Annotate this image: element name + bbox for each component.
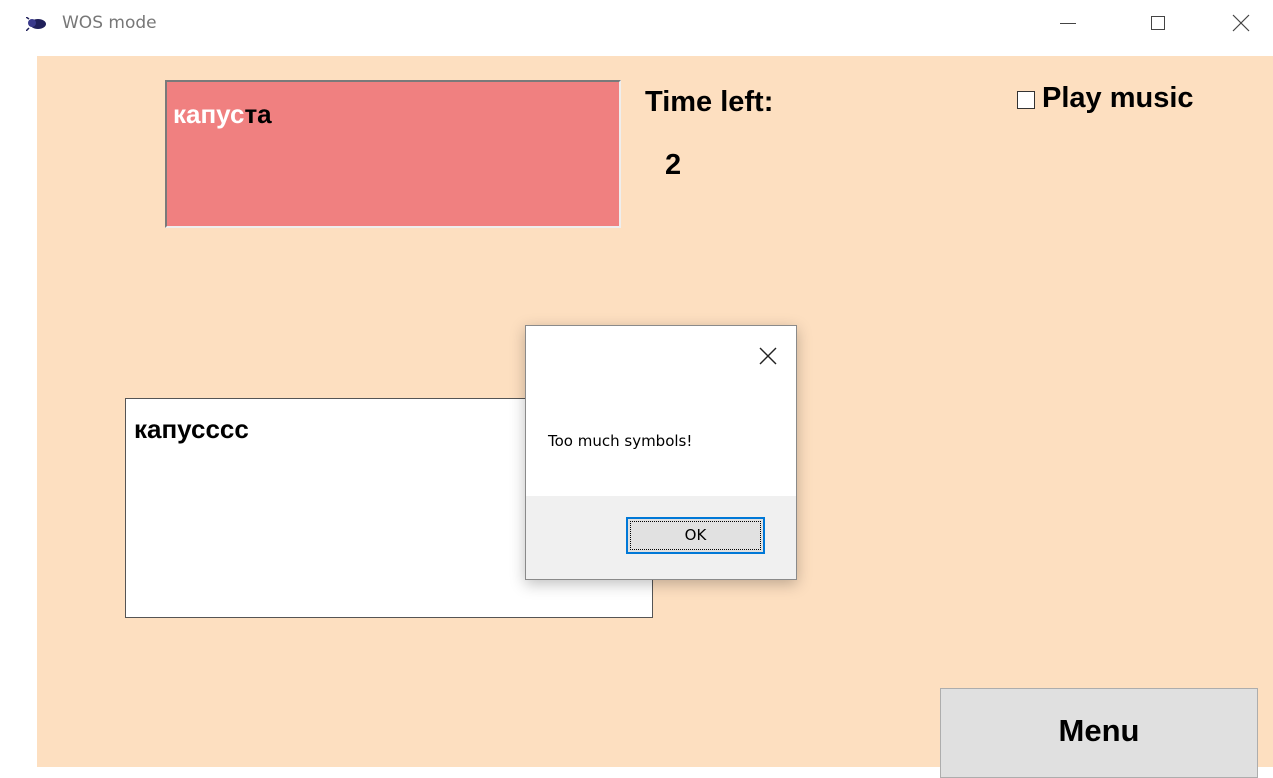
app-bug-icon: [26, 17, 46, 31]
window-title: WOS mode: [62, 13, 157, 33]
maximize-icon: [1151, 16, 1165, 30]
target-word-box: капуста: [165, 80, 621, 228]
time-left-value: 2: [665, 149, 682, 181]
close-icon: [1232, 14, 1250, 32]
time-left-label: Time left:: [645, 86, 774, 118]
menu-button[interactable]: Menu: [940, 688, 1258, 778]
dialog-footer: OK: [526, 496, 796, 579]
play-music-label[interactable]: Play music: [1042, 82, 1194, 115]
target-word: капуста: [173, 99, 272, 130]
title-bar: WOS mode: [0, 0, 1273, 56]
target-remaining-part: та: [244, 99, 272, 129]
close-window-button[interactable]: [1218, 0, 1264, 50]
play-music-checkbox[interactable]: [1017, 91, 1035, 109]
maximize-button[interactable]: [1135, 0, 1181, 50]
dialog-message: Too much symbols!: [548, 432, 693, 450]
message-dialog: Too much symbols! OK: [525, 325, 797, 580]
minimize-icon: [1060, 23, 1076, 24]
ok-button[interactable]: OK: [626, 517, 765, 554]
close-icon: [759, 347, 777, 365]
minimize-button[interactable]: [1045, 0, 1091, 50]
typing-input-text: капусссс: [134, 414, 249, 444]
menu-button-label: Menu: [1058, 713, 1140, 748]
dialog-close-button[interactable]: [754, 342, 782, 370]
target-typed-part: капус: [173, 99, 245, 129]
ok-button-label: OK: [684, 526, 707, 544]
